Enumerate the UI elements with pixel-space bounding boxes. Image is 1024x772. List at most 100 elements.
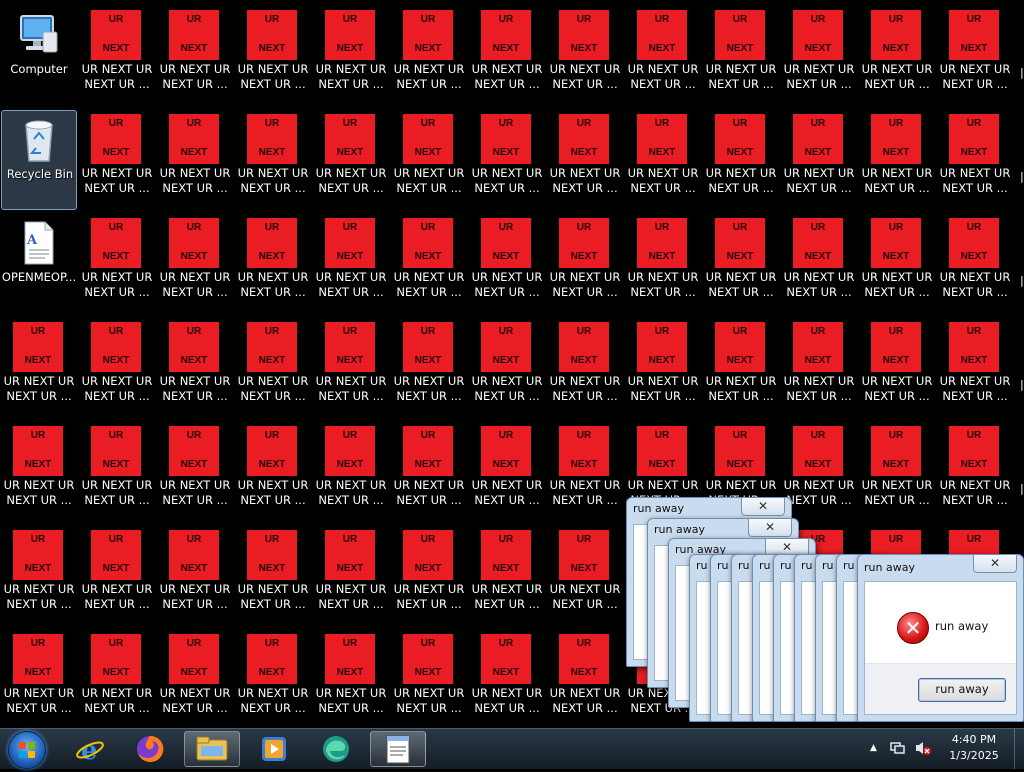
ur-next-icon[interactable]: UR NEXT UR NEXT URNEXT UR ...: [157, 110, 233, 210]
media-player-button[interactable]: [246, 731, 302, 767]
ur-next-icon[interactable]: UR NEXT UR NEXT URNEXT UR ...: [469, 422, 545, 522]
ur-next-icon[interactable]: UR NEXT UR NEXT URNEXT UR ...: [157, 526, 233, 626]
ur-next-icon[interactable]: UR NEXT UR NEXT URNEXT UR ...: [859, 6, 935, 106]
ur-next-icon[interactable]: UR NEXT UR NEXT URNEXT UR ...: [235, 630, 311, 728]
ur-next-icon[interactable]: UR NEXT UR NEXT URNEXT UR ...: [781, 422, 857, 522]
close-button[interactable]: ✕: [741, 498, 785, 516]
ur-next-icon[interactable]: UR NEXT UR NEXT URNEXT UR ...: [313, 214, 389, 314]
ur-next-icon[interactable]: UR NEXT UR NEXT URNEXT UR ...: [703, 6, 779, 106]
internet-explorer-button[interactable]: e: [62, 731, 118, 767]
ur-next-icon[interactable]: UR NEXT UR NEXT URNEXT UR ...: [937, 110, 1013, 210]
ur-next-icon[interactable]: UR NEXT UR NEXT URNEXT UR ...: [235, 318, 311, 418]
ur-next-icon[interactable]: UR NEXT UR NEXT URNEXT UR ...: [547, 110, 623, 210]
ur-next-icon[interactable]: UR NEXT UR NEXT URNEXT UR ...: [469, 110, 545, 210]
clock[interactable]: 4:40 PM 1/3/2025: [940, 732, 1008, 772]
ur-next-icon[interactable]: UR NEXT UR NEXT URNEXT UR ...: [157, 422, 233, 522]
ur-next-icon[interactable]: UR NEXT UR NEXT URNEXT UR ...: [79, 6, 155, 106]
desktop-icon-recycle-bin[interactable]: Recycle Bin: [1, 110, 77, 210]
ur-next-icon[interactable]: UR NEXT UR NEXT URNEXT UR ...: [79, 630, 155, 728]
ur-next-icon[interactable]: UR NEXT UR NEXT URNEXT UR ...: [703, 318, 779, 418]
volume-muted-icon[interactable]: [914, 740, 932, 756]
ur-next-icon[interactable]: UR NEXT UR NEXT URNEXT UR ...: [391, 6, 467, 106]
ur-next-icon[interactable]: UR NEXT UR NEXT URNEXT UR ...: [781, 318, 857, 418]
ur-next-icon[interactable]: UR NEXT UR NEXT URNEXT UR ...: [313, 422, 389, 522]
ur-next-icon-partial[interactable]: |: [1018, 110, 1024, 210]
ur-next-icon[interactable]: UR NEXT UR NEXT URNEXT UR ...: [313, 6, 389, 106]
firefox-button[interactable]: [122, 731, 178, 767]
ur-next-icon[interactable]: UR NEXT UR NEXT URNEXT UR ...: [469, 318, 545, 418]
ur-next-icon[interactable]: UR NEXT UR NEXT URNEXT UR ...: [313, 110, 389, 210]
ur-next-icon[interactable]: UR NEXT UR NEXT URNEXT UR ...: [859, 214, 935, 314]
ur-next-icon[interactable]: UR NEXT UR NEXT URNEXT UR ...: [781, 6, 857, 106]
ur-next-icon[interactable]: UR NEXT UR NEXT URNEXT UR ...: [859, 110, 935, 210]
ur-next-icon[interactable]: UR NEXT UR NEXT URNEXT UR ...: [391, 422, 467, 522]
ur-next-icon[interactable]: UR NEXT UR NEXT URNEXT UR ...: [937, 422, 1013, 522]
ur-next-icon[interactable]: UR NEXT UR NEXT URNEXT UR ...: [235, 6, 311, 106]
ur-next-icon[interactable]: UR NEXT UR NEXT URNEXT UR ...: [391, 526, 467, 626]
ur-next-icon[interactable]: UR NEXT UR NEXT URNEXT UR ...: [1, 318, 77, 418]
ur-next-icon[interactable]: UR NEXT UR NEXT URNEXT UR ...: [469, 6, 545, 106]
ur-next-icon[interactable]: UR NEXT UR NEXT URNEXT UR ...: [937, 6, 1013, 106]
ur-next-icon-partial[interactable]: |: [1018, 214, 1024, 314]
ur-next-icon[interactable]: UR NEXT UR NEXT URNEXT UR ...: [625, 6, 701, 106]
ur-next-icon[interactable]: UR NEXT UR NEXT URNEXT UR ...: [547, 318, 623, 418]
ur-next-icon[interactable]: UR NEXT UR NEXT URNEXT UR ...: [937, 214, 1013, 314]
ur-next-icon[interactable]: UR NEXT UR NEXT URNEXT UR ...: [1, 422, 77, 522]
ur-next-icon-partial[interactable]: |: [1018, 422, 1024, 522]
ur-next-icon[interactable]: UR NEXT UR NEXT URNEXT UR ...: [79, 214, 155, 314]
ur-next-icon[interactable]: UR NEXT UR NEXT URNEXT UR ...: [313, 318, 389, 418]
ur-next-icon[interactable]: UR NEXT UR NEXT URNEXT UR ...: [469, 526, 545, 626]
ur-next-icon[interactable]: UR NEXT UR NEXT URNEXT UR ...: [781, 214, 857, 314]
desktop-icon-computer[interactable]: Computer: [1, 6, 77, 106]
ur-next-icon[interactable]: UR NEXT UR NEXT URNEXT UR ...: [235, 214, 311, 314]
ur-next-icon[interactable]: UR NEXT UR NEXT URNEXT UR ...: [79, 318, 155, 418]
run-away-button[interactable]: run away: [918, 678, 1006, 702]
ur-next-icon[interactable]: UR NEXT UR NEXT URNEXT UR ...: [625, 318, 701, 418]
ur-next-icon[interactable]: UR NEXT UR NEXT URNEXT UR ...: [937, 318, 1013, 418]
ur-next-icon[interactable]: UR NEXT UR NEXT URNEXT UR ...: [391, 318, 467, 418]
ur-next-icon[interactable]: UR NEXT UR NEXT URNEXT UR ...: [391, 630, 467, 728]
ur-next-icon[interactable]: UR NEXT UR NEXT URNEXT UR ...: [547, 6, 623, 106]
ur-next-icon[interactable]: UR NEXT UR NEXT URNEXT UR ...: [547, 422, 623, 522]
ur-next-icon[interactable]: UR NEXT UR NEXT URNEXT UR ...: [313, 630, 389, 728]
ur-next-icon[interactable]: UR NEXT UR NEXT URNEXT UR ...: [547, 214, 623, 314]
ur-next-icon[interactable]: UR NEXT UR NEXT URNEXT UR ...: [157, 630, 233, 728]
ur-next-icon-partial[interactable]: |: [1018, 318, 1024, 418]
close-button[interactable]: ✕: [748, 519, 792, 537]
ur-next-icon[interactable]: UR NEXT UR NEXT URNEXT UR ...: [547, 526, 623, 626]
ur-next-icon[interactable]: UR NEXT UR NEXT URNEXT UR ...: [1, 526, 77, 626]
network-icon[interactable]: [890, 740, 906, 756]
ur-next-icon[interactable]: UR NEXT UR NEXT URNEXT UR ...: [781, 110, 857, 210]
ur-next-icon[interactable]: UR NEXT UR NEXT URNEXT UR ...: [703, 110, 779, 210]
ur-next-icon[interactable]: UR NEXT UR NEXT URNEXT UR ...: [79, 110, 155, 210]
ur-next-icon[interactable]: UR NEXT UR NEXT URNEXT UR ...: [235, 526, 311, 626]
desktop-icon-document[interactable]: A OPENMEOP...: [1, 214, 77, 314]
ur-next-icon-partial[interactable]: |: [1018, 6, 1024, 106]
error-dialog[interactable]: run away ✕ ✕ run away run away: [857, 554, 1024, 722]
ur-next-icon[interactable]: UR NEXT UR NEXT URNEXT UR ...: [1, 630, 77, 728]
ur-next-icon[interactable]: UR NEXT UR NEXT URNEXT UR ...: [235, 110, 311, 210]
ur-next-icon[interactable]: UR NEXT UR NEXT URNEXT UR ...: [547, 630, 623, 728]
ur-next-icon[interactable]: UR NEXT UR NEXT URNEXT UR ...: [79, 422, 155, 522]
show-desktop-button[interactable]: [1014, 729, 1024, 769]
ur-next-icon[interactable]: UR NEXT UR NEXT URNEXT UR ...: [859, 422, 935, 522]
ur-next-icon[interactable]: UR NEXT UR NEXT URNEXT UR ...: [235, 422, 311, 522]
ur-next-icon[interactable]: UR NEXT UR NEXT URNEXT UR ...: [157, 6, 233, 106]
notepad-button[interactable]: [370, 731, 426, 767]
tray-overflow-arrow[interactable]: ▲: [870, 743, 877, 755]
file-explorer-button[interactable]: [184, 731, 240, 767]
ur-next-icon[interactable]: UR NEXT UR NEXT URNEXT UR ...: [313, 526, 389, 626]
start-button[interactable]: [8, 731, 46, 769]
ur-next-icon[interactable]: UR NEXT UR NEXT URNEXT UR ...: [157, 318, 233, 418]
ur-next-icon[interactable]: UR NEXT UR NEXT URNEXT UR ...: [625, 110, 701, 210]
edge-button[interactable]: [308, 731, 364, 767]
ur-next-icon[interactable]: UR NEXT UR NEXT URNEXT UR ...: [157, 214, 233, 314]
ur-next-icon[interactable]: UR NEXT UR NEXT URNEXT UR ...: [391, 110, 467, 210]
ur-next-icon[interactable]: UR NEXT UR NEXT URNEXT UR ...: [391, 214, 467, 314]
ur-next-icon[interactable]: UR NEXT UR NEXT URNEXT UR ...: [703, 214, 779, 314]
ur-next-icon[interactable]: UR NEXT UR NEXT URNEXT UR ...: [79, 526, 155, 626]
ur-next-icon[interactable]: UR NEXT UR NEXT URNEXT UR ...: [469, 630, 545, 728]
ur-next-icon[interactable]: UR NEXT UR NEXT URNEXT UR ...: [859, 318, 935, 418]
ur-next-icon[interactable]: UR NEXT UR NEXT URNEXT UR ...: [469, 214, 545, 314]
close-button[interactable]: ✕: [973, 555, 1017, 573]
